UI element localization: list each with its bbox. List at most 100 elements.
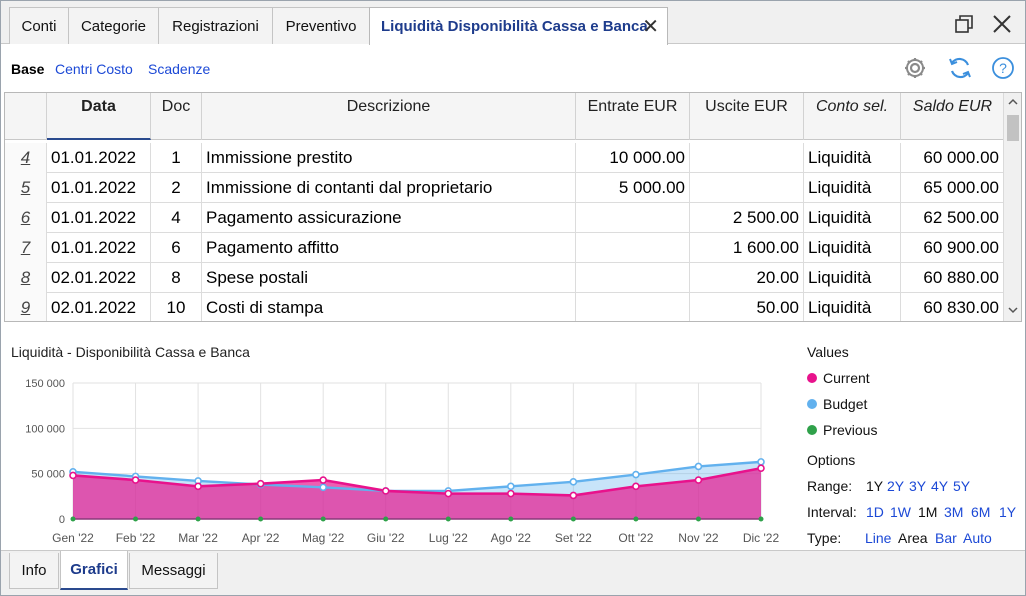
cell-uscite[interactable]: 50.00 [690, 293, 804, 321]
series-previous-point[interactable] [320, 516, 326, 522]
tab-registrazioni[interactable]: Registrazioni [158, 7, 273, 44]
interval-1w[interactable]: 1W [890, 504, 911, 520]
scroll-up-icon[interactable] [1007, 97, 1019, 107]
series-budget-point[interactable] [319, 483, 327, 492]
legend-budget[interactable]: Budget [807, 396, 867, 412]
series-budget-point[interactable] [507, 482, 515, 491]
cell-saldo[interactable]: 62 500.00 [901, 203, 1004, 233]
cell-data[interactable]: 02.01.2022 [47, 293, 151, 321]
view-scadenze[interactable]: Scadenze [148, 61, 210, 77]
series-budget-point[interactable] [694, 462, 703, 471]
bottom-tab-messaggi[interactable]: Messaggi [129, 553, 218, 589]
close-window-icon[interactable] [990, 12, 1014, 36]
row-number[interactable]: 8 [5, 263, 47, 293]
cell-conto[interactable]: Liquidità [804, 203, 901, 233]
series-current-point[interactable] [131, 476, 140, 484]
cell-saldo[interactable]: 60 000.00 [901, 143, 1004, 173]
row-number[interactable]: 7 [5, 233, 47, 263]
header-doc[interactable]: Doc [151, 93, 202, 140]
cell-doc[interactable]: 10 [151, 293, 202, 321]
cell-entrate[interactable] [576, 233, 690, 263]
type-area[interactable]: Area [898, 530, 928, 546]
table-row[interactable]: 6 01.01.2022 4 Pagamento assicurazione 2 500… [5, 203, 1004, 233]
cell-conto[interactable]: Liquidità [804, 173, 901, 203]
view-centri-costo[interactable]: Centri Costo [55, 61, 133, 77]
series-current-point[interactable] [319, 476, 327, 484]
type-auto[interactable]: Auto [963, 530, 992, 546]
cell-saldo[interactable]: 60 830.00 [901, 293, 1004, 321]
header-descrizione[interactable]: Descrizione [202, 93, 576, 140]
cell-doc[interactable]: 4 [151, 203, 202, 233]
series-previous-point[interactable] [570, 516, 576, 522]
settings-gear-icon[interactable] [902, 55, 928, 81]
series-previous-point[interactable] [133, 516, 139, 522]
series-current-point[interactable] [757, 464, 765, 473]
cell-descrizione[interactable]: Spese postali [202, 263, 576, 293]
cell-data[interactable]: 01.01.2022 [47, 233, 151, 263]
cell-saldo[interactable]: 65 000.00 [901, 173, 1004, 203]
view-base[interactable]: Base [11, 61, 44, 77]
series-previous-point[interactable] [758, 516, 764, 522]
cell-data[interactable]: 02.01.2022 [47, 263, 151, 293]
cell-data[interactable]: 01.01.2022 [47, 143, 151, 173]
bottom-tab-grafici[interactable]: Grafici [60, 551, 128, 590]
legend-current[interactable]: Current [807, 370, 870, 386]
scrollbar-thumb[interactable] [1007, 115, 1019, 141]
row-number[interactable]: 9 [5, 293, 47, 321]
cell-saldo[interactable]: 60 900.00 [901, 233, 1004, 263]
refresh-icon[interactable] [947, 55, 973, 81]
cell-uscite[interactable]: 2 500.00 [690, 203, 804, 233]
cell-entrate[interactable]: 5 000.00 [576, 173, 690, 203]
series-current-point[interactable] [256, 479, 265, 488]
cell-entrate[interactable]: 10 000.00 [576, 143, 690, 173]
cell-conto[interactable]: Liquidità [804, 263, 901, 293]
cell-descrizione[interactable]: Pagamento affitto [202, 233, 576, 263]
cell-descrizione[interactable]: Immissione prestito [202, 143, 576, 173]
type-line[interactable]: Line [865, 530, 891, 546]
range-2y[interactable]: 2Y [887, 478, 904, 494]
cell-doc[interactable]: 6 [151, 233, 202, 263]
cell-descrizione[interactable]: Immissione di contanti dal proprietario [202, 173, 576, 203]
cell-entrate[interactable] [576, 203, 690, 233]
series-previous-point[interactable] [70, 516, 76, 522]
cell-data[interactable]: 01.01.2022 [47, 203, 151, 233]
tab-conti[interactable]: Conti [9, 7, 69, 44]
close-icon[interactable]: ✕ [642, 14, 659, 39]
series-previous-point[interactable] [633, 516, 639, 522]
interval-6m[interactable]: 6M [971, 504, 990, 520]
cell-conto[interactable]: Liquidità [804, 143, 901, 173]
series-current-point[interactable] [444, 489, 453, 498]
table-row[interactable]: 9 02.01.2022 10 Costi di stampa 50.00 Liquidi… [5, 293, 1004, 321]
range-3y[interactable]: 3Y [909, 478, 926, 494]
table-scrollbar[interactable] [1003, 93, 1021, 321]
cell-uscite[interactable]: 20.00 [690, 263, 804, 293]
cell-saldo[interactable]: 60 880.00 [901, 263, 1004, 293]
legend-previous[interactable]: Previous [807, 422, 877, 438]
table-row[interactable]: 8 02.01.2022 8 Spese postali 20.00 Liquidità 6… [5, 263, 1004, 293]
interval-3m[interactable]: 3M [944, 504, 963, 520]
interval-1d[interactable]: 1D [866, 504, 884, 520]
help-icon[interactable]: ? [990, 55, 1016, 81]
cell-doc[interactable]: 8 [151, 263, 202, 293]
cell-uscite[interactable] [690, 143, 804, 173]
range-5y[interactable]: 5Y [953, 478, 970, 494]
series-current-point[interactable] [694, 476, 703, 484]
cell-entrate[interactable] [576, 263, 690, 293]
tab-categorie[interactable]: Categorie [68, 7, 159, 44]
interval-1y[interactable]: 1Y [999, 504, 1016, 520]
series-current-point[interactable] [507, 489, 515, 498]
cell-doc[interactable]: 2 [151, 173, 202, 203]
range-1y[interactable]: 1Y [866, 478, 883, 494]
scroll-down-icon[interactable] [1007, 305, 1019, 315]
series-budget-point[interactable] [757, 458, 765, 466]
header-uscite[interactable]: Uscite EUR [690, 93, 804, 140]
series-previous-point[interactable] [445, 516, 451, 522]
series-budget-point[interactable] [569, 478, 578, 486]
series-current-point[interactable] [569, 491, 578, 500]
header-saldo[interactable]: Saldo EUR [901, 93, 1004, 140]
header-entrate[interactable]: Entrate EUR [576, 93, 690, 140]
cell-uscite[interactable] [690, 173, 804, 203]
cell-descrizione[interactable]: Pagamento assicurazione [202, 203, 576, 233]
table-row[interactable]: 7 01.01.2022 6 Pagamento affitto 1 600.00 Liq… [5, 233, 1004, 263]
range-4y[interactable]: 4Y [931, 478, 948, 494]
